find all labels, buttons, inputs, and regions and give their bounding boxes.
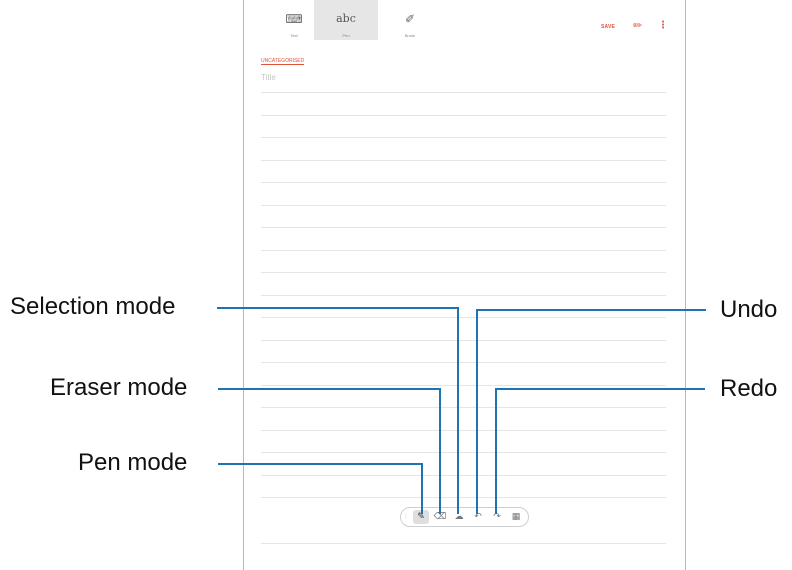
save-button[interactable]: SAVE: [601, 24, 615, 30]
attach-icon[interactable]: ✏: [633, 20, 642, 32]
ruled-line: [261, 340, 666, 341]
ruled-line: [261, 362, 666, 363]
eraser-mode-leader-vertical: [439, 388, 441, 514]
pen-mode-callout: Pen mode: [78, 449, 188, 476]
ruled-line: [261, 295, 666, 296]
tab-brush-label: Brush: [404, 33, 416, 38]
ruled-line: [261, 160, 666, 161]
abc-handwriting-icon: abc: [336, 12, 356, 25]
ruled-line: [261, 227, 666, 228]
top-toolbar: ⌨ Text abc Pen ✐ Brush SAVE ✏ ⋮: [244, 0, 685, 40]
ruled-line: [261, 115, 666, 116]
ruled-line: [261, 497, 666, 498]
selection-mode-icon[interactable]: ☁: [451, 510, 467, 524]
undo-callout: Undo: [720, 296, 778, 323]
tab-pen[interactable]: abc Pen: [314, 0, 378, 40]
pen-mode-leader-vertical: [421, 463, 423, 514]
redo-leader: [495, 388, 705, 390]
ruled-line: [261, 272, 666, 273]
ruled-line: [261, 452, 666, 453]
drag-handle-icon[interactable]: ⋮: [402, 510, 410, 524]
title-field[interactable]: Title: [261, 73, 276, 83]
redo-callout: Redo: [720, 375, 778, 402]
tab-brush[interactable]: ✐ Brush: [378, 0, 442, 40]
ruled-line: [261, 385, 666, 386]
selection-mode-callout: Selection mode: [10, 293, 176, 320]
ruled-line: [261, 543, 666, 544]
tablet-screen: ⌨ Text abc Pen ✐ Brush SAVE ✏ ⋮ UNCATEGO…: [243, 0, 686, 570]
pen-toolbar: ⋮ ✎ ⌫ ☁ ↶ ↷ ▦: [400, 507, 529, 527]
ruled-line: [261, 407, 666, 408]
ruled-line: [261, 137, 666, 138]
eraser-mode-leader: [218, 388, 441, 390]
more-options-icon[interactable]: ⋮: [658, 20, 668, 32]
selection-mode-leader: [217, 307, 459, 309]
tab-pen-label: Pen: [342, 33, 350, 38]
text-convert-icon[interactable]: ▦: [508, 510, 524, 524]
selection-mode-leader-vertical: [457, 307, 459, 514]
redo-leader-vertical: [495, 388, 497, 514]
ruled-line: [261, 317, 666, 318]
undo-icon[interactable]: ↶: [470, 510, 486, 524]
eraser-mode-callout: Eraser mode: [50, 374, 188, 401]
pen-mode-leader: [218, 463, 423, 465]
redo-icon[interactable]: ↷: [489, 510, 505, 524]
ruled-line: [261, 182, 666, 183]
undo-leader-vertical: [476, 309, 478, 514]
ruled-line: [261, 430, 666, 431]
ruled-line: [261, 205, 666, 206]
ruled-line: [261, 92, 666, 93]
category-label[interactable]: UNCATEGORISED: [261, 58, 305, 65]
undo-leader: [476, 309, 706, 311]
ruled-line: [261, 475, 666, 476]
ruled-line: [261, 250, 666, 251]
brush-icon: ✐: [404, 12, 416, 26]
